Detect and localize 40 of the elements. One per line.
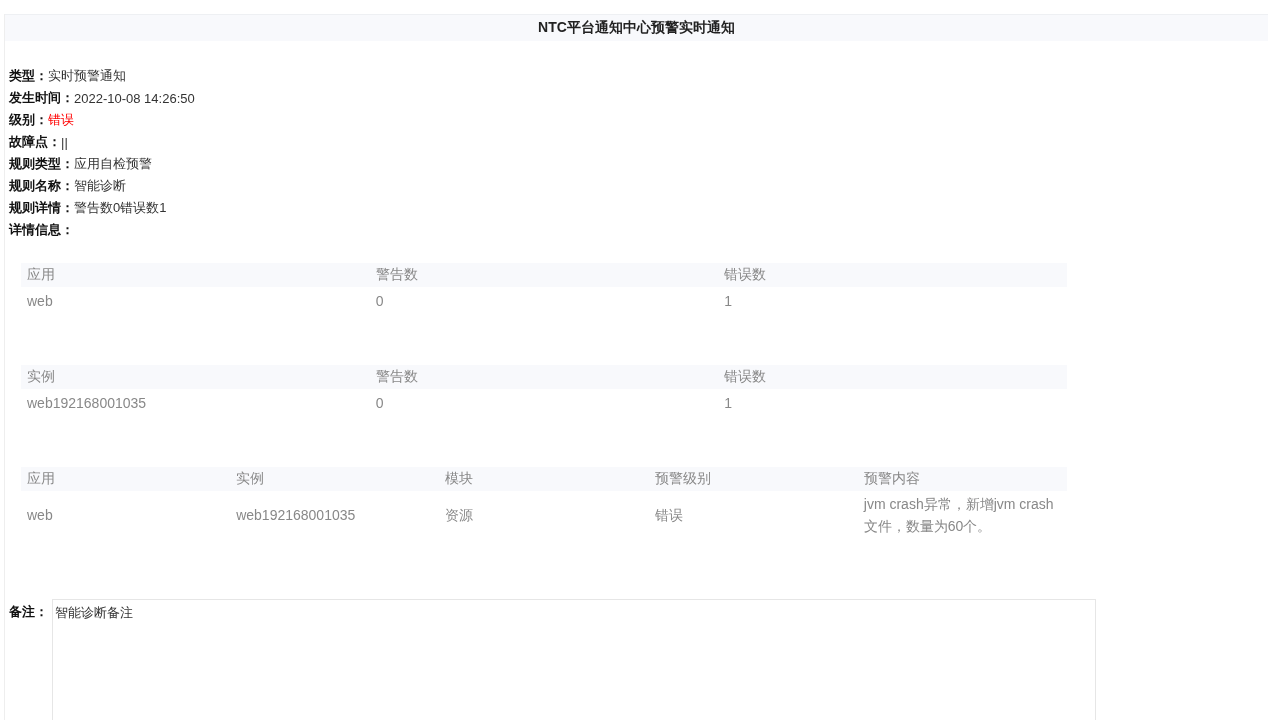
column-header: 应用 <box>26 470 56 488</box>
field-value: 应用自检预警 <box>74 155 152 173</box>
field-label: 级别： <box>9 111 48 129</box>
table-cell-text: 1 <box>723 394 734 413</box>
table-cell-text: 错误 <box>653 506 684 525</box>
column-header: 预警级别 <box>653 470 712 488</box>
table-cell-text: web <box>26 292 54 311</box>
table-cell-text: web <box>26 506 54 525</box>
column-header: 警告数 <box>374 266 419 284</box>
column-header: 警告数 <box>374 368 419 386</box>
table-cell-text: 资源 <box>444 506 475 525</box>
table-cell-text: jvm crash异常，新增jvm crash文件，数量为60个。 <box>862 495 1055 536</box>
table-cell-text: web192168001035 <box>26 394 148 413</box>
column-header: 应用 <box>26 266 56 284</box>
field-label: 详情信息： <box>9 221 74 239</box>
column-header: 实例 <box>26 368 56 386</box>
column-header: 预警内容 <box>862 470 921 488</box>
field-label: 规则名称： <box>9 177 74 195</box>
table-cell-text: 0 <box>374 292 385 311</box>
field-value: || <box>61 134 68 150</box>
field-value: 警告数0错误数1 <box>74 199 167 217</box>
field-value: 2022-10-08 14:26:50 <box>74 90 195 106</box>
table-cell-text: 0 <box>374 394 385 413</box>
field-label: 备注： <box>9 603 48 621</box>
column-header: 错误数 <box>723 266 768 284</box>
field-label: 规则类型： <box>9 155 74 173</box>
column-header: 实例 <box>235 470 266 488</box>
field-label: 类型： <box>9 67 48 85</box>
remark-textarea[interactable]: 智能诊断备注 <box>52 599 1096 720</box>
field-label: 规则详情： <box>9 199 74 217</box>
column-header: 模块 <box>444 470 475 488</box>
column-header: 错误数 <box>723 368 768 386</box>
page-title: NTC平台通知中心预警实时通知 <box>538 19 735 37</box>
field-label: 故障点： <box>9 133 61 151</box>
field-value: 智能诊断 <box>74 177 126 195</box>
field-value: 错误 <box>48 111 74 129</box>
field-value: 实时预警通知 <box>48 67 126 85</box>
table-cell-text: web192168001035 <box>235 506 357 525</box>
table-cell-text: 1 <box>723 292 734 311</box>
field-label: 发生时间： <box>9 89 74 107</box>
